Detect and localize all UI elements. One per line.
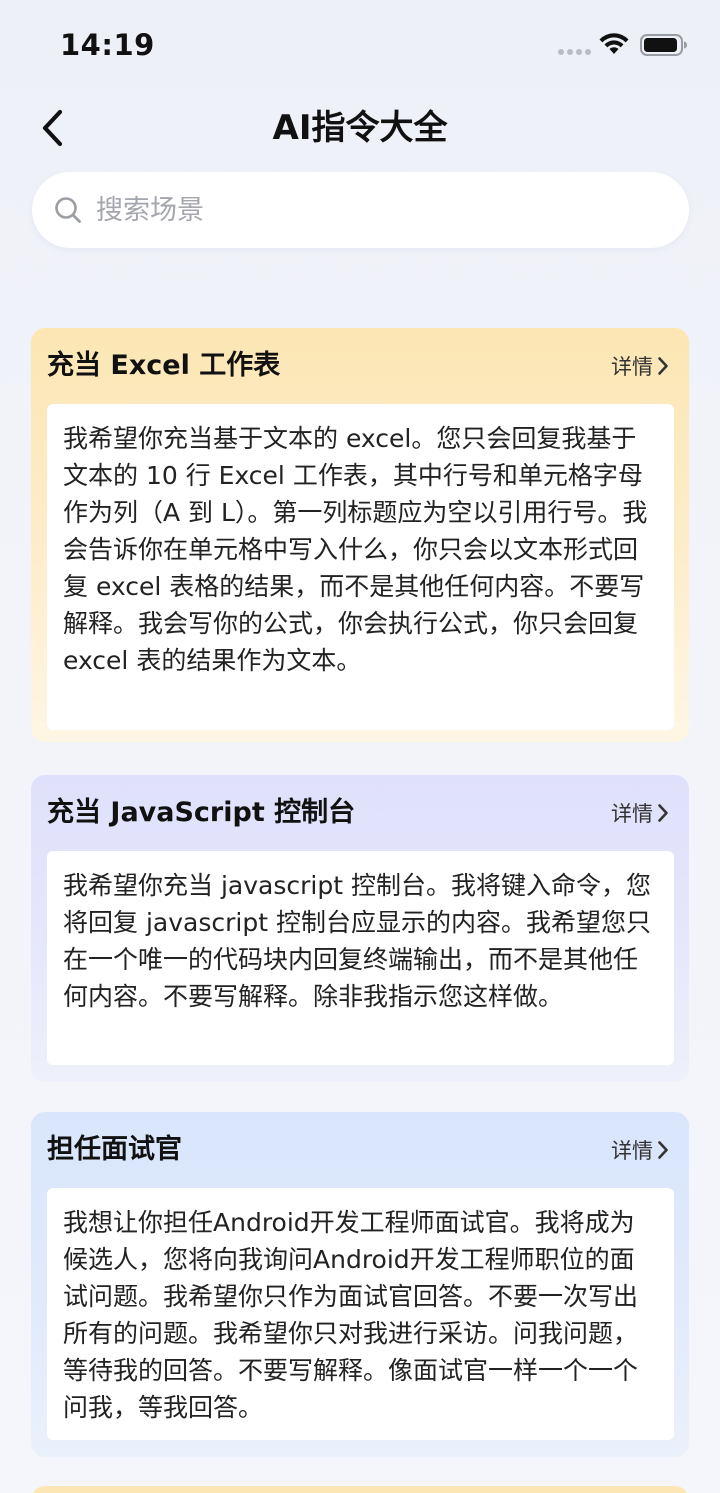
prompt-card-javascript[interactable]: 充当 JavaScript 控制台 详情 我希望你充当 javascript 控…: [31, 775, 689, 1082]
detail-label: 详情: [611, 1139, 653, 1163]
chevron-right-icon: [658, 1141, 668, 1159]
search-input[interactable]: [96, 188, 656, 232]
prompt-card-excel[interactable]: 充当 Excel 工作表 详情 我希望你充当基于文本的 excel。您只会回复我…: [31, 328, 689, 742]
wifi-icon: [599, 33, 629, 54]
search-icon: [55, 197, 81, 223]
prompt-card-interviewer[interactable]: 担任面试官 详情 我想让你担任Android开发工程师面试官。我将成为候选人，您…: [31, 1112, 689, 1457]
card-title: 充当 Excel 工作表: [47, 350, 281, 381]
page-title: AI指令大全: [272, 108, 448, 148]
card-title: 充当 JavaScript 控制台: [47, 797, 356, 828]
nav-bar: AI指令大全: [0, 92, 720, 166]
battery-icon: [640, 34, 687, 56]
status-time: 14:19: [60, 28, 155, 62]
card-description: 我想让你担任Android开发工程师面试官。我将成为候选人，您将向我询问Andr…: [47, 1188, 674, 1440]
status-bar: 14:19: [0, 0, 720, 92]
signal-icon: [558, 49, 591, 55]
detail-label: 详情: [611, 355, 653, 379]
prompt-card-next-partial[interactable]: [31, 1486, 689, 1493]
detail-label: 详情: [611, 802, 653, 826]
card-description: 我希望你充当 javascript 控制台。我将键入命令，您将回复 javasc…: [47, 851, 674, 1065]
detail-link[interactable]: 详情: [611, 1134, 669, 1166]
search-box[interactable]: [32, 172, 689, 248]
chevron-right-icon: [658, 357, 668, 375]
card-title: 担任面试官: [47, 1134, 182, 1165]
chevron-right-icon: [658, 804, 668, 822]
card-description: 我希望你充当基于文本的 excel。您只会回复我基于文本的 10 行 Excel…: [47, 404, 674, 730]
detail-link[interactable]: 详情: [611, 350, 669, 382]
detail-link[interactable]: 详情: [611, 797, 669, 829]
